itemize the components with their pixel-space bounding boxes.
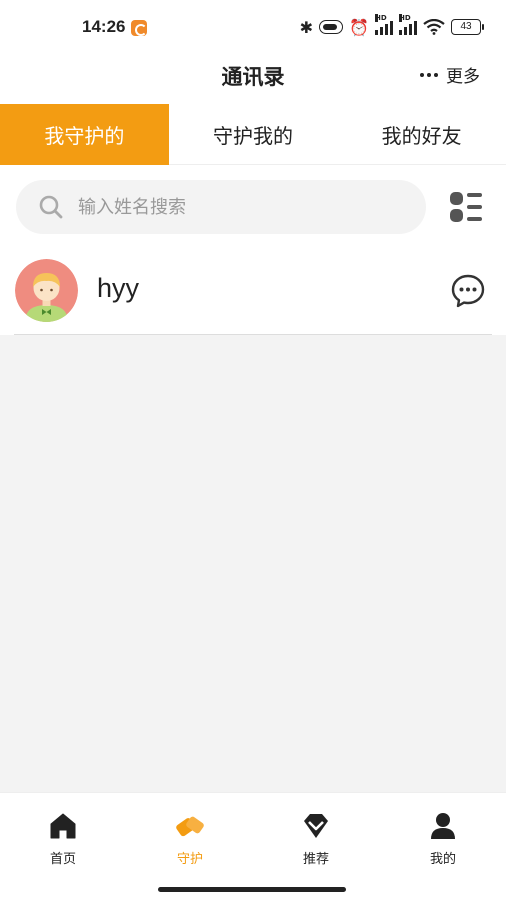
wifi-icon (423, 19, 445, 35)
alarm-icon: ⏰ (349, 17, 369, 37)
more-dots-icon (420, 72, 438, 77)
list-item[interactable]: hyy (0, 249, 506, 335)
app-notification-icon (131, 20, 147, 36)
nav-label-guard: 守护 (176, 852, 203, 867)
more-button[interactable]: 更多 (420, 62, 480, 87)
nav-item-mine[interactable]: 我的 (398, 811, 488, 867)
tab-my-friends[interactable]: 我的好友 (337, 104, 506, 165)
tab-my-guarded[interactable]: 我守护的 (0, 104, 169, 165)
guard-icon (176, 816, 204, 837)
more-label: 更多 (446, 67, 480, 87)
chat-bubble-icon[interactable] (450, 273, 486, 309)
home-icon (50, 813, 76, 839)
signal-2-icon: HD (399, 14, 417, 35)
signal-1-icon: HD (375, 14, 393, 35)
battery-indicator: 43 (451, 19, 484, 35)
nav-item-recommend[interactable]: 推荐 (271, 811, 361, 867)
diamond-icon (304, 814, 328, 838)
status-time: 14:26 (82, 17, 126, 36)
status-bar: 14:26 ✱ ⏰ HD HD 43 (0, 0, 506, 52)
header: 通讯录 更多 (0, 52, 506, 104)
home-indicator[interactable] (158, 887, 346, 892)
nav-item-home[interactable]: 首页 (18, 811, 108, 867)
search-row (0, 165, 506, 249)
nav-label-home: 首页 (49, 852, 76, 867)
bluetooth-icon: ✱ (299, 17, 314, 37)
search-box[interactable] (16, 180, 426, 234)
tab-bar: 我守护的 守护我的 我的好友 (0, 104, 506, 165)
avatar (15, 259, 78, 322)
vibrate-icon (319, 20, 344, 34)
search-icon (39, 195, 63, 219)
list-view-icon[interactable] (448, 189, 484, 225)
contact-name: hyy (97, 273, 140, 303)
nav-label-recommend: 推荐 (302, 852, 329, 867)
status-icons: ✱ ⏰ HD HD 43 (299, 14, 484, 38)
nav-label-mine: 我的 (429, 852, 456, 867)
divider (14, 334, 492, 335)
person-icon (431, 813, 455, 839)
search-input[interactable] (78, 196, 378, 218)
bottom-nav: 首页 守护 推荐 我的 (0, 792, 506, 900)
nav-item-guard[interactable]: 守护 (145, 811, 235, 867)
tab-guarding-me[interactable]: 守护我的 (169, 104, 338, 165)
